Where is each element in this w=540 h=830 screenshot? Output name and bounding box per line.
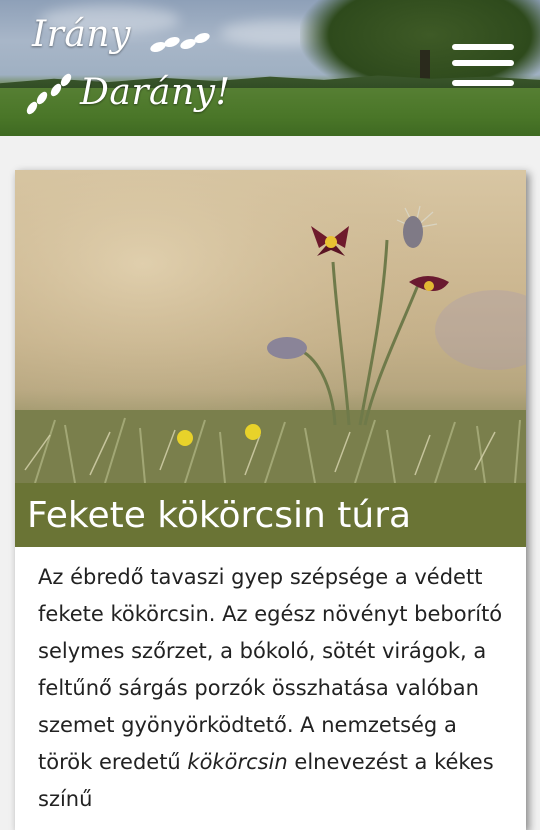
tour-card-title-bar: Fekete kökörcsin túra — [15, 483, 526, 547]
site-header: Irány Darány! — [0, 0, 540, 136]
hamburger-menu-icon — [452, 44, 514, 50]
hamburger-menu-button[interactable] — [452, 44, 514, 92]
description-text: Az ébredő tavaszi gyep szépsége a védett… — [38, 565, 503, 774]
tour-card[interactable]: Fekete kökörcsin túra Az ébredő tavaszi … — [15, 170, 526, 830]
footprints-icon — [150, 32, 210, 53]
tour-card-description: Az ébredő tavaszi gyep szépsége a védett… — [38, 559, 508, 818]
tour-card-description-paragraph: Az ébredő tavaszi gyep szépsége a védett… — [38, 559, 508, 818]
hamburger-menu-icon — [452, 60, 514, 66]
pasqueflower-photo — [15, 170, 526, 483]
hamburger-menu-icon — [452, 80, 514, 86]
footprints-icon — [26, 73, 72, 115]
description-emphasis: kökörcsin — [187, 750, 288, 774]
logo-text-line-2[interactable]: Darány! — [80, 72, 231, 113]
tour-card-title[interactable]: Fekete kökörcsin túra — [27, 494, 411, 538]
logo-text-line-1[interactable]: Irány — [32, 14, 131, 55]
tour-card-image[interactable] — [15, 170, 526, 483]
